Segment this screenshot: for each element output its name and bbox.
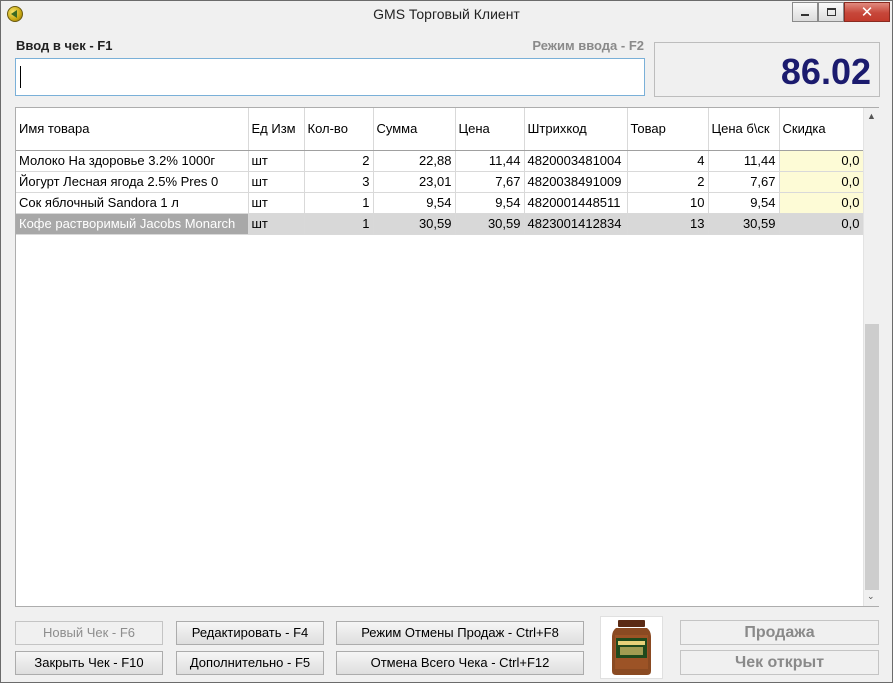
cell-price-no-discount[interactable]: 9,54 — [708, 192, 780, 214]
cell-barcode[interactable]: 4820001448511 — [524, 192, 628, 214]
column-header-price-no-discount[interactable]: Цена б\ск — [708, 108, 780, 151]
check-entry-box — [15, 58, 645, 96]
window-title: GMS Торговый Клиент — [373, 6, 520, 22]
close-icon: ✕ — [860, 2, 874, 21]
cell-discount[interactable]: 0,0 — [779, 150, 864, 172]
entry-label: Ввод в чек - F1 — [16, 38, 113, 53]
vertical-scrollbar[interactable]: ▲ ⌄ — [863, 108, 879, 606]
cell-name[interactable]: Молоко На здоровье 3.2% 1000г — [16, 150, 249, 172]
cell-discount[interactable]: 0,0 — [779, 213, 864, 235]
product-image — [600, 616, 663, 679]
cell-price-no-discount[interactable]: 11,44 — [708, 150, 780, 172]
cell-discount[interactable]: 0,0 — [779, 192, 864, 214]
cell-qty[interactable]: 1 — [304, 192, 374, 214]
cancel-sales-mode-button[interactable]: Режим Отмены Продаж - Ctrl+F8 — [336, 621, 584, 645]
cell-unit[interactable]: шт — [248, 213, 305, 235]
minimize-icon — [801, 14, 809, 16]
cell-sum[interactable]: 30,59 — [373, 213, 456, 235]
cancel-whole-check-button[interactable]: Отмена Всего Чека - Ctrl+F12 — [336, 651, 584, 675]
total-display: 86.02 — [654, 42, 880, 97]
edit-button[interactable]: Редактировать - F4 — [176, 621, 324, 645]
cell-item[interactable]: 10 — [627, 192, 709, 214]
cell-item[interactable]: 2 — [627, 171, 709, 193]
column-header-qty[interactable]: Кол-во — [304, 108, 374, 151]
maximize-icon — [826, 8, 836, 16]
cell-qty[interactable]: 3 — [304, 171, 374, 193]
cell-sum[interactable]: 23,01 — [373, 171, 456, 193]
check-items-table: Имя товара Ед Изм Кол-во Сумма Цена Штри… — [16, 108, 864, 235]
table-row[interactable]: Сок яблочный Sandora 1 л шт 1 9,54 9,54 … — [16, 192, 864, 214]
cell-unit[interactable]: шт — [248, 150, 305, 172]
cell-price[interactable]: 11,44 — [455, 150, 525, 172]
cell-barcode[interactable]: 4823001412834 — [524, 213, 628, 235]
check-open-status-button[interactable]: Чек открыт — [680, 650, 879, 675]
cell-qty[interactable]: 1 — [304, 213, 374, 235]
column-header-barcode[interactable]: Штрихкод — [524, 108, 628, 151]
cell-price[interactable]: 9,54 — [455, 192, 525, 214]
table-header-row: Имя товара Ед Изм Кол-во Сумма Цена Штри… — [16, 108, 864, 151]
cell-name[interactable]: Йогурт Лесная ягода 2.5% Pres 0 — [16, 171, 249, 193]
cell-name[interactable]: Сок яблочный Sandora 1 л — [16, 192, 249, 214]
coffee-jar-image — [612, 620, 651, 675]
cell-item[interactable]: 4 — [627, 150, 709, 172]
check-items-grid[interactable]: Имя товара Ед Изм Кол-во Сумма Цена Штри… — [15, 107, 879, 607]
sale-status-button[interactable]: Продажа — [680, 620, 879, 645]
cell-barcode[interactable]: 4820038491009 — [524, 171, 628, 193]
scroll-down-icon[interactable]: ⌄ — [867, 592, 875, 602]
table-row-selected[interactable]: Кофе растворимый Jacobs Monarch шт 1 30,… — [16, 213, 864, 235]
scrollbar-thumb[interactable] — [865, 324, 879, 590]
close-button[interactable]: ✕ — [844, 2, 890, 22]
title-bar: GMS Торговый Клиент ✕ — [1, 1, 892, 28]
table-row[interactable]: Молоко На здоровье 3.2% 1000г шт 2 22,88… — [16, 150, 864, 172]
minimize-button[interactable] — [792, 2, 818, 22]
check-entry-input[interactable] — [16, 59, 644, 95]
cell-price-no-discount[interactable]: 7,67 — [708, 171, 780, 193]
text-caret — [20, 66, 21, 88]
cell-discount[interactable]: 0,0 — [779, 171, 864, 193]
cell-barcode[interactable]: 4820003481004 — [524, 150, 628, 172]
column-header-sum[interactable]: Сумма — [373, 108, 456, 151]
cell-sum[interactable]: 9,54 — [373, 192, 456, 214]
maximize-button[interactable] — [818, 2, 844, 22]
column-header-unit[interactable]: Ед Изм — [248, 108, 305, 151]
scroll-up-icon[interactable]: ▲ — [867, 111, 876, 121]
cell-qty[interactable]: 2 — [304, 150, 374, 172]
new-check-button[interactable]: Новый Чек - F6 — [15, 621, 163, 645]
column-header-discount[interactable]: Скидка — [779, 108, 864, 151]
column-header-price[interactable]: Цена — [455, 108, 525, 151]
cell-sum[interactable]: 22,88 — [373, 150, 456, 172]
cell-item[interactable]: 13 — [627, 213, 709, 235]
cell-unit[interactable]: шт — [248, 171, 305, 193]
cell-price[interactable]: 30,59 — [455, 213, 525, 235]
cell-unit[interactable]: шт — [248, 192, 305, 214]
additional-button[interactable]: Дополнительно - F5 — [176, 651, 324, 675]
cell-name[interactable]: Кофе растворимый Jacobs Monarch — [16, 213, 249, 235]
main-window: GMS Торговый Клиент ✕ Ввод в чек - F1 Ре… — [0, 0, 893, 683]
cell-price-no-discount[interactable]: 30,59 — [708, 213, 780, 235]
total-amount: 86.02 — [780, 51, 871, 92]
table-row[interactable]: Йогурт Лесная ягода 2.5% Pres 0 шт 3 23,… — [16, 171, 864, 193]
cell-price[interactable]: 7,67 — [455, 171, 525, 193]
column-header-item[interactable]: Товар — [627, 108, 709, 151]
input-mode-label[interactable]: Режим ввода - F2 — [471, 38, 644, 53]
column-header-name[interactable]: Имя товара — [16, 108, 249, 151]
close-check-button[interactable]: Закрыть Чек - F10 — [15, 651, 163, 675]
